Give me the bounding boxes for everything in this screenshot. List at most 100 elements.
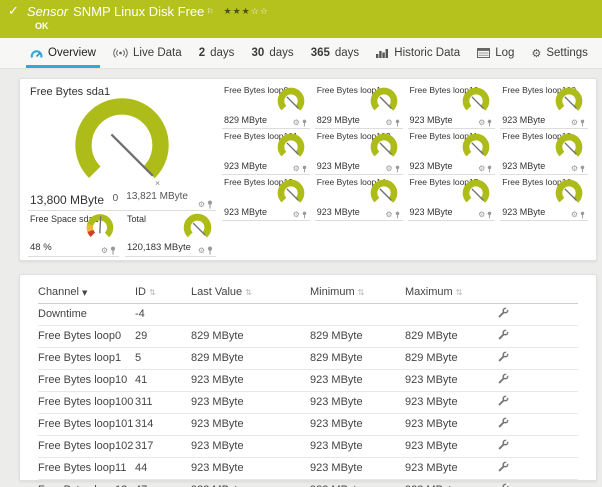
channel-gear-icon[interactable]: ⚙ — [385, 211, 392, 219]
table-row: Free Bytes loop12 47 923 MByte 923 MByte… — [38, 479, 578, 487]
pin-icon[interactable] — [580, 165, 585, 173]
pin-icon[interactable] — [110, 246, 116, 255]
channel-cell: Downtime — [38, 303, 135, 326]
tab-live-data[interactable]: Live Data — [109, 38, 186, 68]
pin-icon[interactable] — [207, 200, 213, 209]
channel-gear-icon[interactable]: ⚙ — [385, 165, 392, 173]
channel-gear-icon[interactable]: ⚙ — [385, 119, 392, 127]
tab-2-days[interactable]: 2 days — [195, 38, 239, 68]
maximum-cell: 829 MByte — [405, 347, 498, 370]
tab-30-days-label: days — [269, 47, 294, 59]
wrench-icon[interactable] — [498, 328, 510, 343]
channel-gear-icon[interactable]: ⚙ — [571, 165, 578, 173]
pin-icon[interactable] — [580, 211, 585, 219]
minimum-cell: 923 MByte — [310, 457, 405, 480]
mini-gauge-cell: Free Bytes loop102 923 MByte ⚙ — [314, 129, 403, 175]
tab-historic-data[interactable]: Historic Data — [372, 38, 464, 68]
channel-gear-icon[interactable]: ⚙ — [101, 246, 108, 255]
channel-cell: Free Bytes loop101 — [38, 413, 135, 436]
pin-icon[interactable] — [302, 165, 307, 173]
table-row: Free Bytes loop11 44 923 MByte 923 MByte… — [38, 457, 578, 480]
gauge-current-value: 48 % — [30, 242, 52, 253]
last-value-cell: 923 MByte — [191, 413, 310, 436]
sort-icon: ⇅ — [357, 288, 365, 297]
gauge-cell-free-bytes-sda1: Free Bytes sda1 ✕ 13,800 MByte 0 13,821 … — [28, 83, 216, 211]
sort-icon: ⇅ — [455, 288, 463, 297]
status-badge: OK — [35, 21, 49, 31]
pin-icon[interactable] — [395, 211, 400, 219]
pin-icon[interactable] — [395, 165, 400, 173]
tab-30-days[interactable]: 30 days — [248, 38, 298, 68]
gauge-current-value: 13,800 MByte — [30, 193, 105, 207]
pin-icon[interactable] — [302, 211, 307, 219]
channel-cell: Free Bytes loop10 — [38, 369, 135, 392]
column-header-maximum[interactable]: Maximum ⇅ — [405, 283, 498, 304]
wrench-icon[interactable] — [498, 416, 510, 431]
tab-historic-data-label: Historic Data — [394, 47, 461, 59]
tab-log[interactable]: Log — [473, 38, 518, 68]
last-value-cell: 923 MByte — [191, 369, 310, 392]
id-cell: 41 — [135, 369, 191, 392]
wrench-icon[interactable] — [498, 394, 510, 409]
wrench-icon[interactable] — [498, 372, 510, 387]
tab-overview[interactable]: Overview — [26, 38, 100, 68]
column-header-id[interactable]: ID ⇅ — [135, 283, 191, 304]
sort-icon: ⇅ — [149, 288, 156, 297]
wrench-icon[interactable] — [498, 438, 510, 453]
sensor-kind-label: Sensor — [26, 4, 69, 19]
pin-icon[interactable] — [487, 119, 492, 127]
sort-icon: ⇅ — [245, 288, 252, 297]
tab-settings[interactable]: ⚙ Settings — [527, 38, 591, 68]
wrench-icon[interactable] — [498, 306, 510, 321]
tab-365-days[interactable]: 365 days — [307, 38, 363, 68]
maximum-cell — [405, 303, 498, 326]
mini-gauge-cell: Free Bytes loop14 923 MByte ⚙ — [314, 175, 403, 221]
minimum-cell: 923 MByte — [310, 391, 405, 414]
flag-icon[interactable]: ⚐ — [206, 7, 213, 16]
pin-icon[interactable] — [487, 165, 492, 173]
tab-bar: Overview Live Data 2 days 30 days 365 da… — [0, 38, 602, 69]
wrench-icon[interactable] — [498, 482, 510, 487]
sort-desc-icon: ▼ — [81, 289, 88, 297]
column-header-channel[interactable]: Channel ▼ — [38, 283, 135, 304]
channel-gear-icon[interactable]: ⚙ — [198, 200, 205, 209]
table-row: Free Bytes loop0 29 829 MByte 829 MByte … — [38, 325, 578, 348]
mini-gauge-cell: Free Bytes loop13 923 MByte ⚙ — [222, 175, 310, 221]
wrench-icon[interactable] — [498, 350, 510, 365]
gauges-panel: Free Bytes sda1 ✕ 13,800 MByte 0 13,821 … — [19, 78, 597, 261]
channel-gear-icon[interactable]: ⚙ — [293, 119, 300, 127]
gauge-current-value: 923 MByte — [409, 161, 453, 171]
stars-empty: ☆☆ — [250, 6, 269, 17]
log-list-icon — [477, 48, 491, 58]
mini-gauge-dial — [462, 87, 490, 115]
pin-icon[interactable] — [487, 211, 492, 219]
pin-icon[interactable] — [580, 119, 585, 127]
channel-gear-icon[interactable]: ⚙ — [478, 165, 485, 173]
priority-star-rating[interactable]: ★★★☆☆ — [224, 7, 269, 17]
channel-gear-icon[interactable]: ⚙ — [293, 165, 300, 173]
channel-gear-icon[interactable]: ⚙ — [478, 119, 485, 127]
mini-gauges-grid: Free Bytes loop0 829 MByte ⚙ Free Bytes … — [222, 83, 588, 260]
gauge-scale-max: 13,821 MByte — [126, 191, 188, 202]
channel-gear-icon[interactable]: ⚙ — [478, 211, 485, 219]
id-cell: 44 — [135, 457, 191, 480]
wrench-icon[interactable] — [498, 460, 510, 475]
pin-icon[interactable] — [302, 119, 307, 127]
gauge-current-value: 923 MByte — [409, 207, 453, 217]
channels-table-panel: Channel ▼ ID ⇅ Last Value ⇅ Minimum ⇅ Maximu… — [19, 274, 597, 487]
channel-gear-icon[interactable]: ⚙ — [293, 211, 300, 219]
channel-gear-icon[interactable]: ⚙ — [571, 119, 578, 127]
gauge-current-value: 829 MByte — [224, 115, 268, 125]
column-header-last-value[interactable]: Last Value ⇅ — [191, 283, 310, 304]
pin-icon[interactable] — [207, 246, 213, 255]
last-value-cell: 923 MByte — [191, 435, 310, 458]
tab-settings-label: Settings — [546, 47, 588, 59]
channel-gear-icon[interactable]: ⚙ — [198, 246, 205, 255]
gauge-current-value: 923 MByte — [502, 207, 546, 217]
mini-gauge-cell: Free Bytes loop15 923 MByte ⚙ — [407, 175, 496, 221]
column-header-minimum[interactable]: Minimum ⇅ — [310, 283, 405, 304]
channel-gear-icon[interactable]: ⚙ — [571, 211, 578, 219]
tab-30-days-number: 30 — [251, 47, 265, 59]
gauge-current-value: 923 MByte — [316, 161, 360, 171]
pin-icon[interactable] — [395, 119, 400, 127]
